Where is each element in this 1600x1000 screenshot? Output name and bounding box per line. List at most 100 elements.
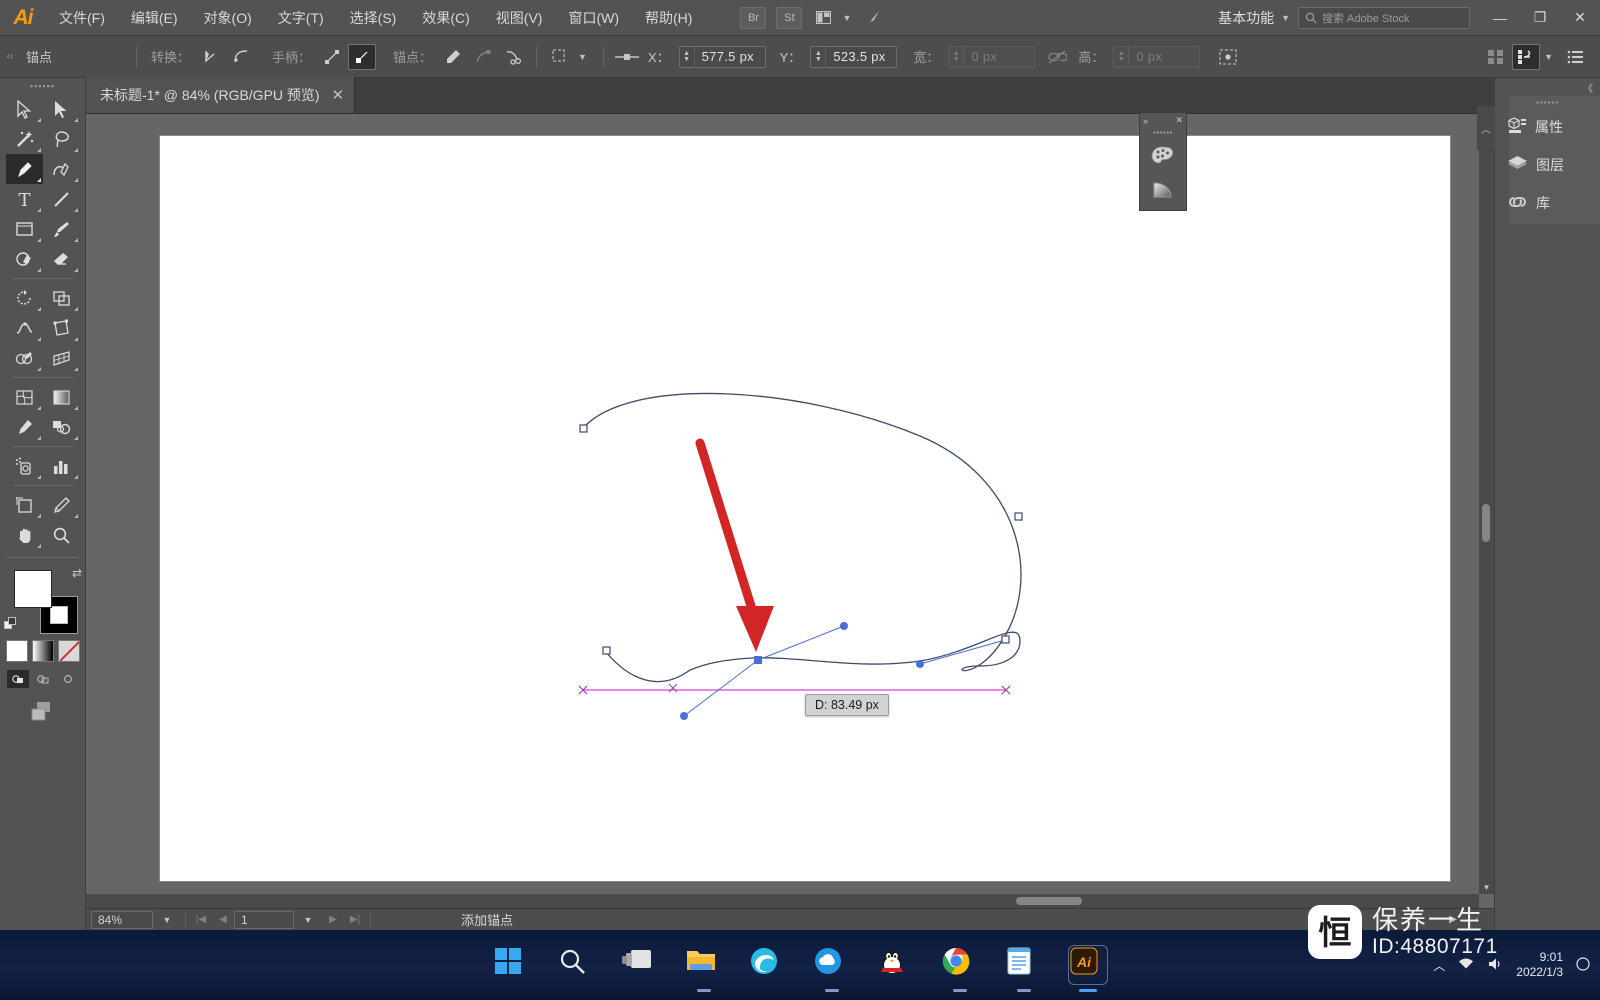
- type-tool[interactable]: T: [6, 184, 43, 214]
- arrange-chevron-icon[interactable]: ▼: [839, 13, 859, 23]
- x-field[interactable]: ▲ ▼ 577.5 px: [678, 45, 766, 68]
- last-artboard-button[interactable]: ▶|: [344, 914, 366, 925]
- paintbrush-tool[interactable]: [43, 214, 80, 244]
- workspace-chevron-icon[interactable]: ▼: [1278, 13, 1298, 23]
- selection-tool[interactable]: [6, 94, 43, 124]
- zoom-dropdown-icon[interactable]: ▼: [153, 915, 181, 925]
- align-chevron-icon[interactable]: ▼: [575, 52, 595, 62]
- width-field[interactable]: ▲ ▼ 0 px: [948, 45, 1036, 68]
- stock-search-input[interactable]: 搜索 Adobe Stock: [1298, 6, 1470, 29]
- scroll-down-icon[interactable]: ▼: [1479, 880, 1494, 894]
- tray-clock[interactable]: 9:01 2022/1/3: [1516, 950, 1563, 980]
- tools-panel-grip[interactable]: ▪▪▪▪▪▪: [0, 78, 85, 94]
- document-tab[interactable]: 未标题-1* @ 84% (RGB/GPU 预览) ✕: [86, 77, 356, 113]
- snap-to-glyph-icon[interactable]: [1512, 43, 1541, 70]
- close-tab-icon[interactable]: ✕: [332, 86, 345, 104]
- scale-tool[interactable]: [43, 283, 80, 313]
- artboard-tool[interactable]: [6, 490, 43, 520]
- y-stepper-icon[interactable]: ▲ ▼: [811, 46, 827, 67]
- task-view-button[interactable]: [621, 946, 659, 984]
- horizontal-scroll-thumb[interactable]: [1016, 897, 1082, 905]
- tray-overflow-icon[interactable]: ︿: [1433, 957, 1445, 974]
- illustrator-button[interactable]: Ai: [1069, 946, 1107, 992]
- height-stepper-icon[interactable]: ▲ ▼: [1114, 46, 1130, 67]
- artboard-dropdown-icon[interactable]: ▼: [294, 915, 322, 925]
- first-artboard-button[interactable]: |◀: [190, 914, 212, 925]
- fill-swatch[interactable]: [14, 570, 52, 608]
- gradient-tool[interactable]: [43, 382, 80, 412]
- transform-reference-icon[interactable]: [613, 44, 641, 70]
- restore-button[interactable]: ❐: [1520, 0, 1560, 36]
- perspective-grid-tool[interactable]: [43, 343, 80, 373]
- mesh-tool[interactable]: [6, 382, 43, 412]
- default-fill-stroke-icon[interactable]: [4, 617, 17, 630]
- menu-select[interactable]: 选择(S): [337, 0, 410, 36]
- artboard-number-field[interactable]: 1: [234, 910, 294, 929]
- notepad-button[interactable]: [1005, 946, 1043, 992]
- connect-anchors-icon[interactable]: [469, 44, 497, 70]
- draw-inside-icon[interactable]: [57, 670, 79, 688]
- menu-object[interactable]: 对象(O): [191, 0, 265, 36]
- canvas-vertical-scrollbar[interactable]: ▲ ▼: [1479, 114, 1494, 894]
- shape-builder-tool[interactable]: [6, 343, 43, 373]
- artboard[interactable]: D: 83.49 px: [160, 136, 1450, 881]
- vertical-scroll-thumb[interactable]: [1482, 504, 1490, 542]
- blend-tool[interactable]: [43, 412, 80, 442]
- magic-wand-tool[interactable]: [6, 124, 43, 154]
- eyedropper-tool[interactable]: [6, 412, 43, 442]
- search-button[interactable]: [557, 946, 595, 984]
- convert-to-smooth-icon[interactable]: [227, 44, 255, 70]
- edge-button[interactable]: [749, 946, 787, 984]
- search-adobe-icon[interactable]: [864, 7, 886, 29]
- status-collapse-icon[interactable]: ‹: [1466, 914, 1488, 925]
- isolate-selection-icon[interactable]: [1214, 44, 1242, 70]
- menu-help[interactable]: 帮助(H): [632, 0, 705, 36]
- hide-handles-icon[interactable]: [348, 43, 377, 70]
- rotate-tool[interactable]: [6, 283, 43, 313]
- screen-mode-button[interactable]: [0, 700, 85, 724]
- draw-normal-icon[interactable]: [6, 670, 29, 688]
- slice-tool[interactable]: [43, 490, 80, 520]
- snap-chevron-icon[interactable]: ▼: [1541, 52, 1561, 62]
- stock-icon[interactable]: St: [776, 6, 803, 29]
- dock-item-properties[interactable]: 属性: [1495, 108, 1600, 146]
- convert-to-corner-icon[interactable]: [197, 44, 225, 70]
- chrome-button[interactable]: [941, 946, 979, 992]
- panel-menu-icon[interactable]: [1562, 44, 1590, 70]
- gradient-mode-button[interactable]: [31, 640, 54, 662]
- eraser-tool[interactable]: [43, 244, 80, 274]
- width-tool[interactable]: [6, 313, 43, 343]
- hand-tool[interactable]: [6, 520, 43, 550]
- free-transform-tool[interactable]: [43, 313, 80, 343]
- qq-button[interactable]: [877, 946, 915, 984]
- workspace-switcher[interactable]: 基本功能: [1214, 8, 1278, 28]
- minimize-button[interactable]: —: [1480, 0, 1520, 36]
- draw-behind-icon[interactable]: [32, 670, 54, 688]
- dock-expand-icon[interactable]: ︿: [1477, 106, 1495, 150]
- remove-anchor-icon[interactable]: [439, 44, 467, 70]
- close-button[interactable]: ✕: [1560, 0, 1600, 36]
- zoom-tool[interactable]: [43, 520, 80, 550]
- menu-type[interactable]: 文字(T): [265, 0, 337, 36]
- direct-selection-tool[interactable]: [43, 94, 80, 124]
- tray-notification-icon[interactable]: [1576, 956, 1590, 974]
- bridge-icon[interactable]: Br: [740, 6, 767, 29]
- color-panel-icon[interactable]: [1140, 137, 1186, 172]
- arrange-documents-icon[interactable]: [812, 7, 834, 29]
- minipanel-grip[interactable]: ▪▪▪▪▪▪: [1140, 128, 1186, 137]
- dock-grip[interactable]: ▪▪▪▪▪▪: [1495, 96, 1600, 108]
- y-field[interactable]: ▲ ▼ 523.5 px: [810, 45, 898, 68]
- align-grid-icon[interactable]: [1482, 44, 1510, 70]
- symbol-sprayer-tool[interactable]: [6, 451, 43, 481]
- canvas-area[interactable]: D: 83.49 px ▲ ▼: [86, 114, 1494, 908]
- column-graph-tool[interactable]: [43, 451, 80, 481]
- tray-network-icon[interactable]: [1458, 957, 1474, 974]
- minipanel-collapse-icon[interactable]: »: [1143, 116, 1148, 126]
- prev-artboard-button[interactable]: ◀: [212, 914, 234, 925]
- menu-view[interactable]: 视图(V): [483, 0, 556, 36]
- gradient-panel-icon[interactable]: [1140, 172, 1186, 207]
- tray-volume-icon[interactable]: [1487, 957, 1503, 974]
- dock-item-layers[interactable]: 图层: [1495, 146, 1600, 184]
- next-artboard-button[interactable]: ▶: [322, 914, 344, 925]
- none-mode-button[interactable]: [57, 640, 80, 662]
